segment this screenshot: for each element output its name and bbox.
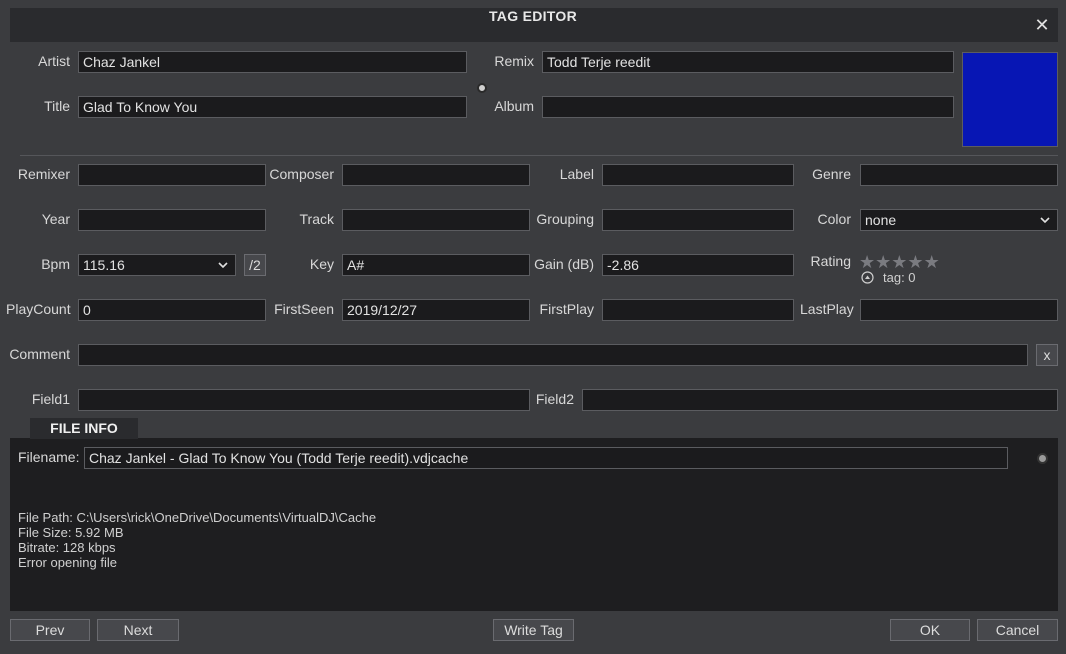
field1-label: Field1 — [31, 391, 70, 407]
color-label: Color — [817, 211, 851, 227]
tab-file-info[interactable]: FILE INFO — [30, 418, 138, 439]
bitrate: Bitrate: 128 kbps — [18, 540, 116, 555]
firstplay-field[interactable] — [602, 299, 794, 321]
genre-field[interactable] — [860, 164, 1058, 186]
cancel-button[interactable]: Cancel — [977, 619, 1058, 641]
track-label: Track — [299, 211, 334, 227]
remixer-label: Remixer — [17, 166, 70, 182]
swap-icon[interactable] — [477, 83, 487, 93]
firstseen-field[interactable]: 2019/12/27 — [342, 299, 530, 321]
filename-label: Filename: — [18, 449, 80, 465]
ok-button[interactable]: OK — [890, 619, 970, 641]
color-select[interactable]: none — [860, 209, 1058, 231]
chevron-down-icon — [218, 262, 228, 269]
album-field[interactable] — [542, 96, 954, 118]
artist-label: Artist — [38, 53, 70, 69]
write-tag-button[interactable]: Write Tag — [493, 619, 574, 641]
remix-field[interactable]: Todd Terje reedit — [542, 51, 954, 73]
comment-field[interactable] — [78, 344, 1028, 366]
field1-field[interactable] — [78, 389, 530, 411]
divider — [20, 155, 1058, 156]
track-field[interactable] — [342, 209, 530, 231]
rating-stars[interactable]: ★★★★★ — [859, 252, 940, 272]
composer-field[interactable] — [342, 164, 530, 186]
file-size: File Size: 5.92 MB — [18, 525, 124, 540]
firstseen-label: FirstSeen — [274, 301, 334, 317]
next-button[interactable]: Next — [97, 619, 179, 641]
color-value: none — [865, 212, 897, 228]
bpm-value: 115.16 — [83, 257, 125, 273]
field2-field[interactable] — [582, 389, 1058, 411]
rating-tag-text: tag: 0 — [883, 270, 916, 285]
firstplay-label: FirstPlay — [539, 301, 594, 317]
comment-label: Comment — [9, 346, 70, 362]
key-label: Key — [309, 256, 334, 272]
grouping-field[interactable] — [602, 209, 794, 231]
tag-up-icon[interactable] — [861, 271, 874, 284]
star-icon[interactable]: ★ — [859, 252, 875, 272]
star-icon[interactable]: ★ — [875, 252, 891, 272]
label-label: Label — [559, 166, 594, 182]
year-label: Year — [41, 211, 70, 227]
playcount-field[interactable]: 0 — [78, 299, 266, 321]
error-message: Error opening file — [18, 555, 117, 570]
filename-field[interactable]: Chaz Jankel - Glad To Know You (Todd Ter… — [84, 447, 1008, 469]
star-icon[interactable]: ★ — [924, 252, 940, 272]
album-label: Album — [494, 98, 534, 114]
star-icon[interactable]: ★ — [907, 252, 923, 272]
field2-label: Field2 — [535, 391, 574, 407]
file-path: File Path: C:\Users\rick\OneDrive\Docume… — [18, 510, 377, 525]
bpm-half-button[interactable]: /2 — [244, 254, 266, 276]
artist-field[interactable]: Chaz Jankel — [78, 51, 467, 73]
gain-label: Gain (dB) — [534, 256, 594, 272]
title-field[interactable]: Glad To Know You — [78, 96, 467, 118]
star-icon[interactable]: ★ — [891, 252, 907, 272]
close-icon[interactable]: ✕ — [1032, 14, 1052, 36]
grouping-label: Grouping — [536, 211, 594, 227]
bpm-label: Bpm — [41, 256, 70, 272]
label-field[interactable] — [602, 164, 794, 186]
year-field[interactable] — [78, 209, 266, 231]
clear-comment-button[interactable]: x — [1036, 344, 1058, 366]
cover-art[interactable] — [962, 52, 1058, 147]
remixer-field[interactable] — [78, 164, 266, 186]
gain-field[interactable]: -2.86 — [602, 254, 794, 276]
dialog-title: TAG EDITOR — [488, 8, 578, 24]
genre-label: Genre — [812, 166, 851, 182]
playcount-label: PlayCount — [6, 301, 71, 317]
lastplay-field[interactable] — [860, 299, 1058, 321]
prev-button[interactable]: Prev — [10, 619, 90, 641]
composer-label: Composer — [269, 166, 334, 182]
key-field[interactable]: A# — [342, 254, 530, 276]
lastplay-label: LastPlay — [800, 301, 854, 317]
rating-label: Rating — [810, 253, 851, 269]
bpm-select[interactable]: 115.16 — [78, 254, 236, 276]
title-label: Title — [44, 98, 70, 114]
chevron-down-icon — [1040, 217, 1050, 224]
remix-label: Remix — [494, 53, 534, 69]
refresh-icon[interactable] — [1037, 453, 1048, 464]
